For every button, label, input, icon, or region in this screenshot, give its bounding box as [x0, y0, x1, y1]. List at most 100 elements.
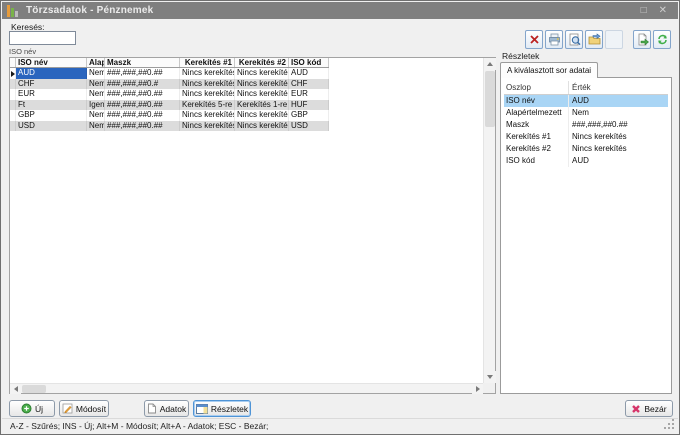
cell-alapertelmezett: Nem: [87, 89, 105, 100]
statusbar: A-Z - Szűrés; INS - Új; Alt+M - Módosít;…: [2, 418, 678, 433]
export-icon: [588, 33, 601, 46]
cell-iso-kod: CHF: [289, 79, 329, 90]
details-label-cell: Alapértelmezett: [504, 107, 568, 119]
cell-kerekites-1: Kerekítés 5-re: [180, 100, 235, 111]
details-label-cell: ISO kód: [504, 155, 568, 167]
details-value-cell: ###,###,##0.##: [568, 119, 668, 131]
resize-grip[interactable]: [672, 427, 674, 429]
document-icon: [147, 403, 157, 414]
new-button[interactable]: Új: [9, 400, 55, 417]
scroll-right-button[interactable]: [472, 384, 483, 394]
cell-kerekites-1: Nincs kerekítés: [180, 89, 235, 100]
column-header-maszk[interactable]: Maszk: [105, 58, 180, 67]
clear-filter-icon: [528, 33, 541, 46]
details-header-row: Oszlop Érték: [504, 81, 668, 95]
details-label-cell: Kerekítés #1: [504, 131, 568, 143]
cell-maszk: ###,###,##0.##: [105, 110, 180, 121]
arrow-down-icon: [487, 375, 493, 379]
details-button[interactable]: Részletek: [193, 400, 251, 417]
details-label-cell: Maszk: [504, 119, 568, 131]
column-header-kerekites-1[interactable]: Kerekítés #1: [180, 58, 235, 67]
cell-iso-nev: USD: [16, 121, 87, 132]
preview-button[interactable]: [565, 30, 583, 49]
details-row-alapertelmezett[interactable]: Alapértelmezett Nem: [504, 107, 668, 119]
column-header-kerekites-2[interactable]: Kerekítés #2: [235, 58, 289, 67]
cell-iso-kod: HUF: [289, 100, 329, 111]
cell-iso-nev: Ft: [16, 100, 87, 111]
close-button[interactable]: ✕: [659, 6, 667, 16]
export-button[interactable]: [585, 30, 603, 49]
close-x-icon: [631, 404, 641, 414]
scroll-up-button[interactable]: [484, 58, 496, 70]
details-row-kerekites-1[interactable]: Kerekítés #1 Nincs kerekítés: [504, 131, 668, 143]
arrow-right-icon: [476, 386, 480, 392]
vertical-scrollbar[interactable]: [483, 58, 495, 383]
details-value-cell: Nincs kerekítés: [568, 143, 668, 155]
cell-iso-kod: GBP: [289, 110, 329, 121]
new-button-label: Új: [35, 404, 43, 414]
cell-kerekites-2: Nincs kerekítés: [235, 79, 289, 90]
cell-iso-kod: AUD: [289, 68, 329, 79]
cell-kerekites-1: Nincs kerekítés: [180, 121, 235, 132]
table-row-usd[interactable]: USD Nem ###,###,##0.## Nincs kerekítés N…: [10, 121, 329, 132]
tab-selected-row-data[interactable]: A kiválasztott sor adatai: [500, 62, 598, 78]
arrow-up-icon: [487, 62, 493, 66]
export-file-icon: [636, 33, 649, 46]
modify-button[interactable]: Módosít: [59, 400, 109, 417]
horizontal-scrollbar[interactable]: [10, 383, 483, 393]
close-window-button[interactable]: Bezár: [625, 400, 673, 417]
cell-iso-kod: USD: [289, 121, 329, 132]
details-row-kerekites-2[interactable]: Kerekítés #2 Nincs kerekítés: [504, 143, 668, 155]
cell-iso-nev: EUR: [16, 89, 87, 100]
cell-maszk: ###,###,##0.##: [105, 100, 180, 111]
details-value-cell: AUD: [568, 155, 668, 167]
cell-maszk: ###,###,##0.#: [105, 79, 180, 90]
cell-maszk: ###,###,##0.##: [105, 68, 180, 79]
column-header-iso-nev[interactable]: ISO név: [16, 58, 87, 67]
cell-alapertelmezett: Nem: [87, 79, 105, 90]
print-button[interactable]: [545, 30, 563, 49]
table-row-gbp[interactable]: GBP Nem ###,###,##0.## Nincs kerekítés N…: [10, 110, 329, 121]
details-row-iso-kod[interactable]: ISO kód AUD: [504, 155, 668, 167]
column-header-iso-kod[interactable]: ISO kód: [289, 58, 329, 67]
table-row-aud[interactable]: AUD Nem ###,###,##0.## Nincs kerekítés N…: [10, 68, 329, 79]
print-icon: [548, 33, 561, 46]
table-row-ft[interactable]: Ft Igen ###,###,##0.## Kerekítés 5-re Ke…: [10, 100, 329, 111]
cell-iso-nev: AUD: [16, 68, 87, 79]
details-panel: Oszlop Érték ISO név AUD Alapértelmezett…: [500, 77, 672, 394]
table-row-eur[interactable]: EUR Nem ###,###,##0.## Nincs kerekítés N…: [10, 89, 329, 100]
details-value-cell: AUD: [568, 95, 668, 107]
cell-kerekites-1: Nincs kerekítés: [180, 68, 235, 79]
clear-filter-button[interactable]: [525, 30, 543, 49]
cell-maszk: ###,###,##0.##: [105, 121, 180, 132]
export-file-button[interactable]: [633, 30, 651, 49]
details-label-cell: Kerekítés #2: [504, 143, 568, 155]
modify-icon: [62, 403, 73, 414]
arrow-left-icon: [14, 386, 18, 392]
data-button-label: Adatok: [160, 404, 186, 414]
table-row-chf[interactable]: CHF Nem ###,###,##0.# Nincs kerekítés Ni…: [10, 79, 329, 90]
details-row-maszk[interactable]: Maszk ###,###,##0.##: [504, 119, 668, 131]
cell-alapertelmezett: Igen: [87, 100, 105, 111]
details-row-iso-nev[interactable]: ISO név AUD: [504, 95, 668, 107]
scroll-down-button[interactable]: [484, 371, 496, 383]
horizontal-scroll-thumb[interactable]: [22, 385, 46, 393]
search-input[interactable]: [9, 31, 76, 45]
scrollbar-corner: [483, 383, 495, 393]
cell-kerekites-2: Nincs kerekítés: [235, 68, 289, 79]
cell-alapertelmezett: Nem: [87, 121, 105, 132]
maximize-button[interactable]: □: [641, 6, 647, 16]
cell-iso-kod: EUR: [289, 89, 329, 100]
scroll-left-button[interactable]: [10, 384, 21, 394]
refresh-button[interactable]: [653, 30, 671, 49]
details-button-label: Részletek: [211, 404, 248, 414]
cell-kerekites-2: Kerekítés 1-re: [235, 100, 289, 111]
cell-kerekites-2: Nincs kerekítés: [235, 121, 289, 132]
search-field-hint: ISO név: [9, 47, 36, 56]
data-button[interactable]: Adatok: [144, 400, 189, 417]
refresh-icon: [656, 33, 669, 46]
modify-button-label: Módosít: [76, 404, 106, 414]
vertical-scroll-thumb[interactable]: [485, 71, 495, 127]
close-button-label: Bezár: [644, 404, 666, 414]
column-header-alapertelmezett[interactable]: Alapé: [87, 58, 105, 67]
